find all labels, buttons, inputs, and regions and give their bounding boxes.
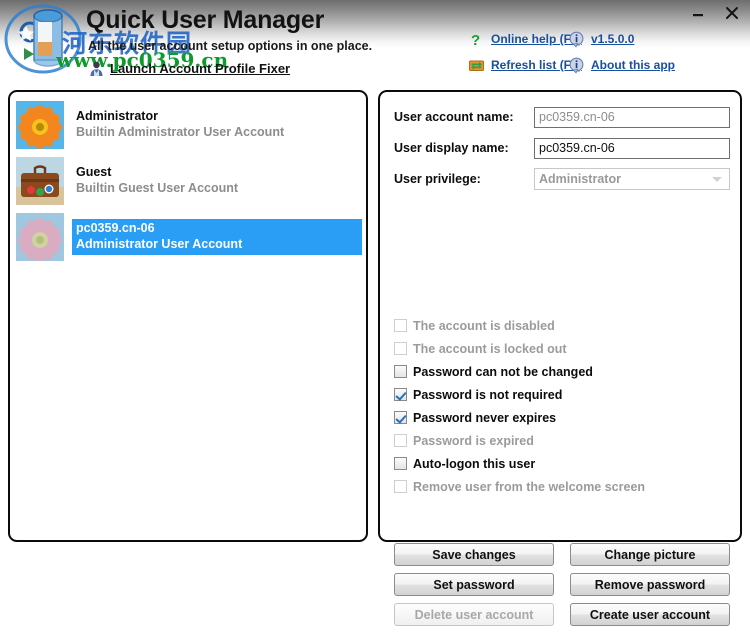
version-link[interactable]: v1.5.0.0 (568, 31, 634, 48)
chevron-down-icon (712, 177, 722, 182)
checkbox-label: Password is expired (413, 433, 534, 448)
change-picture-button[interactable]: Change picture (570, 543, 730, 566)
list-item-description: Administrator User Account (76, 236, 243, 251)
fixer-link-label: Launch Account Profile Fixer (110, 61, 291, 76)
question-mark-icon: ? (471, 32, 480, 48)
list-item-text: pc0359.cn-06 Administrator User Account (72, 218, 362, 256)
privilege-row: User privilege: Administrator (394, 168, 730, 190)
display-name-row: User display name: (394, 137, 730, 159)
list-item-description: Builtin Guest User Account (76, 180, 239, 195)
about-app-label: About this app (591, 58, 675, 72)
pink-flower-avatar (16, 213, 64, 261)
suitcase-avatar (16, 157, 64, 205)
account-options-list: The account is disabled The account is l… (394, 314, 730, 498)
account-name-row: User account name: (394, 106, 730, 128)
list-item[interactable]: Administrator Builtin Administrator User… (14, 97, 362, 153)
header-links-row-1: ? Online help (F1) v1.5.0.0 (468, 26, 675, 52)
launch-account-profile-fixer[interactable]: Launch Account Profile Fixer (88, 60, 290, 77)
checkbox-box (394, 411, 407, 424)
checkbox-box (394, 365, 407, 378)
window-controls (686, 0, 744, 26)
create-user-account-button[interactable]: Create user account (570, 603, 730, 626)
account-name-label: User account name: (394, 110, 514, 124)
list-item-name: Guest (76, 164, 112, 179)
checkbox-label: Password never expires (413, 410, 557, 425)
display-name-input[interactable] (534, 137, 730, 159)
close-button[interactable] (720, 2, 744, 24)
refresh-list-link[interactable]: Refresh list (F5) (468, 57, 582, 74)
checkbox-password-cannot-be-changed[interactable]: Password can not be changed (394, 360, 730, 383)
set-password-button[interactable]: Set password (394, 573, 554, 596)
checkbox-account-disabled[interactable]: The account is disabled (394, 314, 730, 337)
checkbox-auto-logon[interactable]: Auto-logon this user (394, 452, 730, 475)
online-help-link[interactable]: ? Online help (F1) (468, 31, 582, 48)
user-details-panel: User account name: User display name: Us… (378, 90, 742, 626)
minimize-icon (693, 14, 703, 17)
header-links-row-2: Refresh list (F5) About this app (468, 52, 675, 78)
checkbox-password-not-required[interactable]: Password is not required (394, 383, 730, 406)
display-name-label: User display name: (394, 141, 509, 155)
list-item[interactable]: Guest Builtin Guest User Account (14, 153, 362, 209)
svg-text:?: ? (471, 32, 480, 48)
checkbox-account-locked-out[interactable]: The account is locked out (394, 337, 730, 360)
action-buttons: Save changes Change picture Set password… (394, 543, 730, 633)
quick-user-manager-window: 河东软件园 www.pc0359.cn Quick User Manager A… (0, 0, 750, 626)
privilege-label: User privilege: (394, 172, 481, 186)
minimize-button[interactable] (686, 2, 710, 24)
checkbox-box (394, 457, 407, 470)
orange-flower-avatar (16, 101, 64, 149)
checkbox-remove-from-welcome-screen[interactable]: Remove user from the welcome screen (394, 475, 730, 498)
checkbox-label: The account is disabled (413, 318, 555, 333)
user-list-panel: Administrator Builtin Administrator User… (8, 90, 368, 542)
checkbox-label: Auto-logon this user (413, 456, 536, 471)
checkbox-label: The account is locked out (413, 341, 567, 356)
list-item[interactable]: pc0359.cn-06 Administrator User Account (14, 209, 362, 265)
delete-user-account-button: Delete user account (394, 603, 554, 626)
header-links: ? Online help (F1) v1.5.0.0 Refresh list… (468, 26, 675, 78)
close-icon (726, 7, 738, 19)
window-header: 河东软件园 www.pc0359.cn Quick User Manager A… (0, 0, 750, 88)
refresh-icon (469, 60, 484, 71)
checkbox-box (394, 480, 407, 493)
about-app-link[interactable]: About this app (568, 57, 675, 74)
app-subtitle: All the user account setup options in on… (88, 39, 373, 53)
privilege-select[interactable]: Administrator (534, 168, 730, 190)
checkbox-password-is-expired[interactable]: Password is expired (394, 429, 730, 452)
user-person-icon (90, 61, 103, 76)
checkbox-box (394, 434, 407, 447)
info-icon (569, 31, 584, 48)
info-icon (569, 57, 584, 74)
checkbox-label: Remove user from the welcome screen (413, 479, 646, 494)
app-title: Quick User Manager (86, 6, 325, 34)
version-label: v1.5.0.0 (591, 32, 635, 46)
checkbox-password-never-expires[interactable]: Password never expires (394, 406, 730, 429)
action-buttons-row-1: Save changes Change picture (394, 543, 730, 566)
privilege-selected-value: Administrator (539, 172, 621, 186)
user-list[interactable]: Administrator Builtin Administrator User… (14, 97, 362, 265)
list-item-text: Guest Builtin Guest User Account (72, 163, 362, 199)
list-item-description: Builtin Administrator User Account (76, 124, 285, 139)
list-item-name: pc0359.cn-06 (76, 220, 155, 235)
account-name-input[interactable] (534, 106, 730, 128)
checkbox-box (394, 319, 407, 332)
checkbox-label: Password is not required (413, 387, 563, 402)
checkbox-box (394, 388, 407, 401)
action-buttons-row-3: Delete user account Create user account (394, 603, 730, 626)
list-item-text: Administrator Builtin Administrator User… (72, 107, 362, 143)
remove-password-button[interactable]: Remove password (570, 573, 730, 596)
save-changes-button[interactable]: Save changes (394, 543, 554, 566)
checkbox-box (394, 342, 407, 355)
action-buttons-row-2: Set password Remove password (394, 573, 730, 596)
checkbox-label: Password can not be changed (413, 364, 593, 379)
list-item-name: Administrator (76, 108, 158, 123)
